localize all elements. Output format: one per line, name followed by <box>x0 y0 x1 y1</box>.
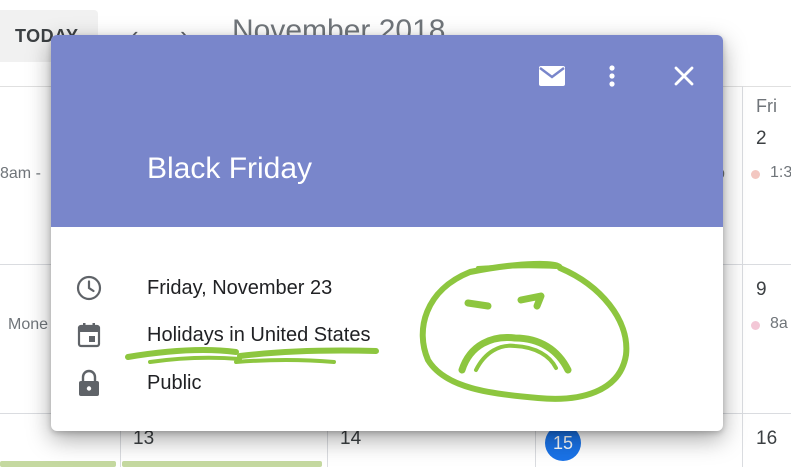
event-visibility-text: Public <box>147 372 202 394</box>
event-date-text: Friday, November 23 <box>147 277 333 299</box>
calendar-icon <box>75 321 103 349</box>
day-number[interactable]: 2 <box>756 128 767 150</box>
event-calendar-row: Holidays in United States <box>51 315 723 355</box>
event-date-row: Friday, November 23 <box>51 268 723 308</box>
day-number[interactable]: 16 <box>756 428 777 450</box>
event-bar[interactable] <box>122 461 322 467</box>
dialog-header: Black Friday <box>51 35 723 227</box>
event-bar[interactable] <box>0 461 116 467</box>
event-chip[interactable]: 8a <box>770 315 788 333</box>
event-chip[interactable]: Mone <box>8 316 48 334</box>
event-dot <box>751 170 760 179</box>
event-calendar-text: Holidays in United States <box>147 324 371 346</box>
day-number[interactable]: 9 <box>756 279 767 301</box>
more-vert-icon[interactable] <box>595 59 629 93</box>
clock-icon <box>75 274 103 302</box>
mail-icon[interactable] <box>535 59 569 93</box>
weekday-label-fri: Fri <box>756 96 777 116</box>
event-title: Black Friday <box>147 152 313 185</box>
event-visibility-row: Public <box>51 363 723 403</box>
day-number[interactable]: 13 <box>133 428 154 450</box>
lock-icon <box>75 369 103 397</box>
event-chip[interactable]: 8am - <box>0 165 41 183</box>
day-number[interactable]: 14 <box>340 428 361 450</box>
event-dot <box>751 321 760 330</box>
close-icon[interactable] <box>667 59 701 93</box>
grid-line <box>742 86 743 467</box>
event-details-dialog: Black Friday Friday, November 23 Holiday… <box>51 35 723 431</box>
event-chip[interactable]: 1:3 <box>770 164 791 182</box>
